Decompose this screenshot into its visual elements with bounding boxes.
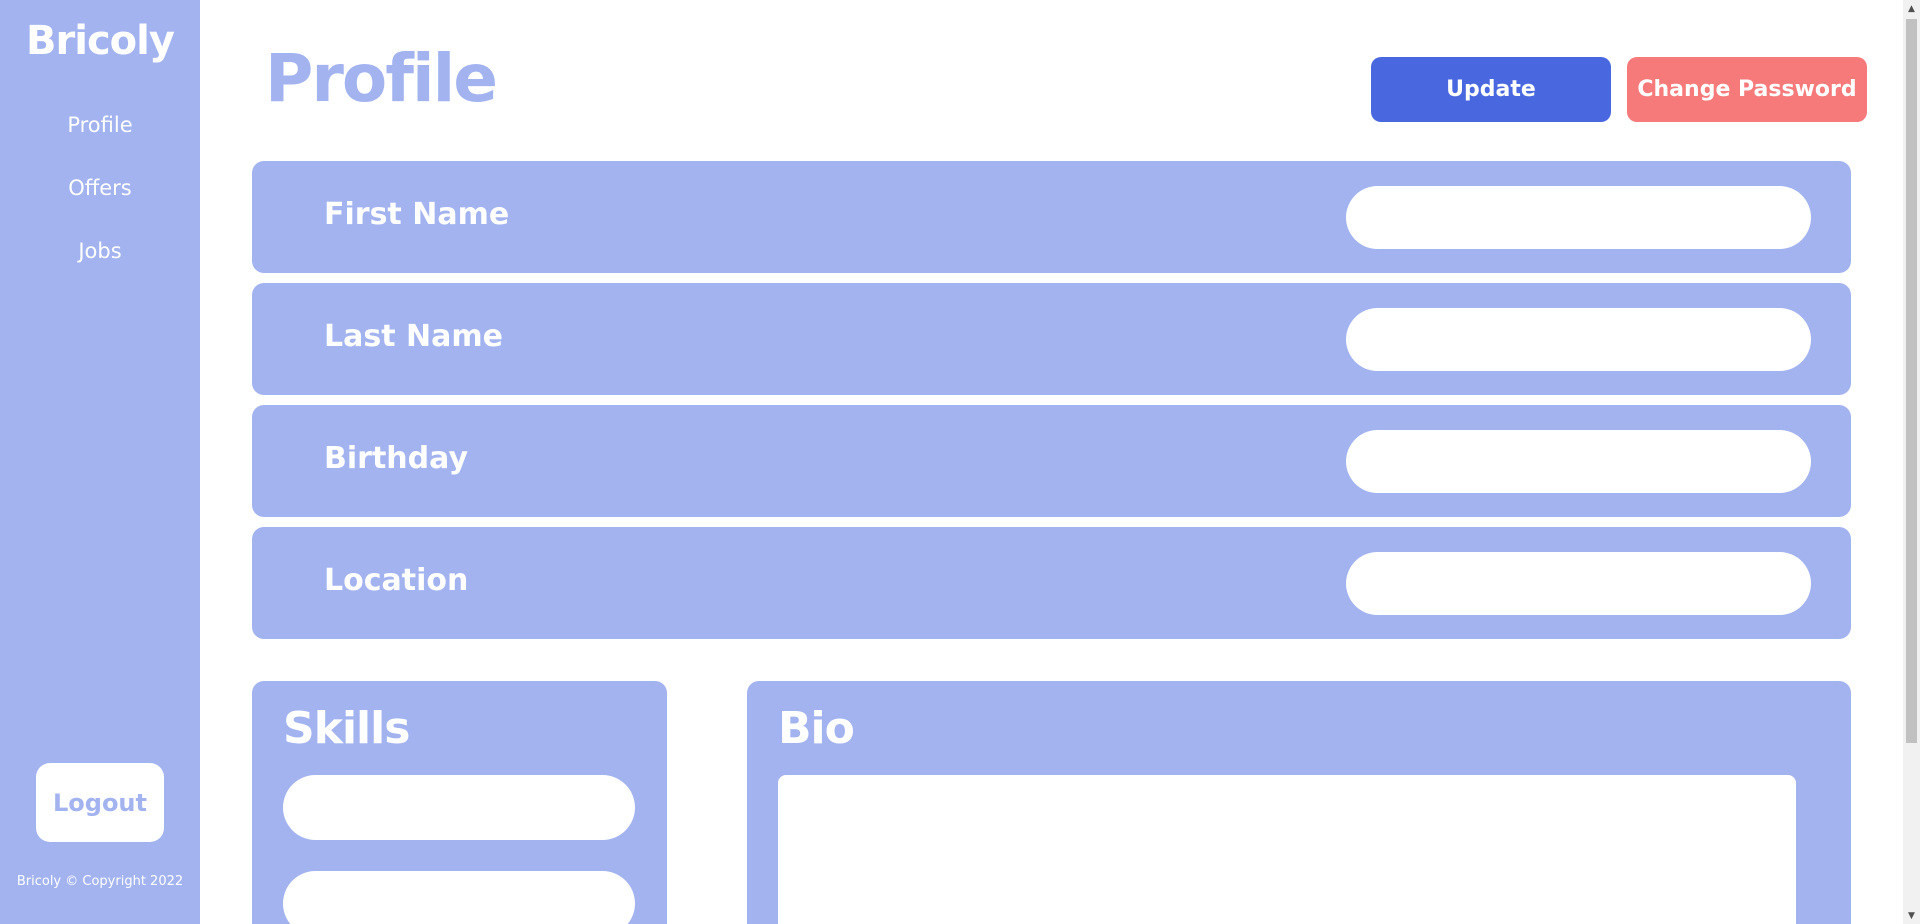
last-name-row: Last Name — [252, 283, 1851, 395]
change-password-button[interactable]: Change Password — [1627, 57, 1867, 122]
last-name-label: Last Name — [324, 318, 503, 354]
location-row: Location — [252, 527, 1851, 639]
bio-title: Bio — [778, 703, 855, 754]
page-title: Profile — [265, 40, 498, 117]
birthday-label: Birthday — [324, 440, 468, 476]
first-name-label: First Name — [324, 196, 510, 232]
scroll-down-arrow-icon[interactable]: ▼ — [1903, 907, 1920, 924]
copyright-text: Bricoly © Copyright 2022 — [16, 874, 184, 889]
birthday-input[interactable] — [1346, 430, 1811, 493]
brand-logo[interactable]: Bricoly — [0, 18, 200, 64]
scrollbar-thumb[interactable] — [1906, 19, 1917, 743]
birthday-row: Birthday — [252, 405, 1851, 517]
nav-item-jobs[interactable]: Jobs — [0, 239, 200, 263]
app: Bricoly Profile Offers Jobs Logout Brico… — [0, 0, 1920, 924]
bio-card: Bio — [747, 681, 1851, 924]
first-name-input[interactable] — [1346, 186, 1811, 249]
first-name-row: First Name — [252, 161, 1851, 273]
scroll-up-arrow-icon[interactable]: ▲ — [1903, 0, 1920, 17]
skills-card: Skills — [252, 681, 667, 924]
logout-button[interactable]: Logout — [36, 763, 164, 842]
location-label: Location — [324, 562, 469, 598]
skill-input[interactable] — [283, 775, 635, 840]
bio-textarea[interactable] — [778, 775, 1796, 924]
nav-item-offers[interactable]: Offers — [0, 176, 200, 200]
sidebar: Bricoly Profile Offers Jobs Logout Brico… — [0, 0, 200, 924]
update-button[interactable]: Update — [1371, 57, 1611, 122]
skills-title: Skills — [283, 703, 410, 754]
location-input[interactable] — [1346, 552, 1811, 615]
page-scrollbar[interactable]: ▲ ▼ — [1903, 0, 1920, 924]
skill-input[interactable] — [283, 871, 635, 924]
last-name-input[interactable] — [1346, 308, 1811, 371]
nav-item-profile[interactable]: Profile — [0, 113, 200, 137]
